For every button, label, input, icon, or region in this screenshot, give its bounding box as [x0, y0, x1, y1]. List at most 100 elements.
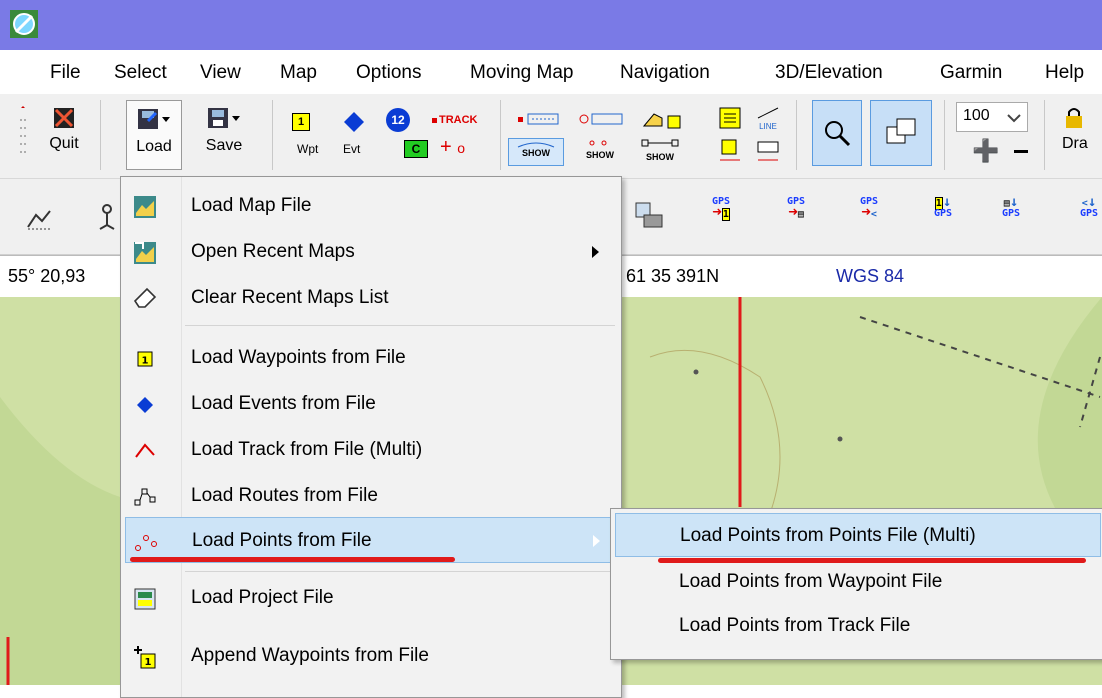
load-button[interactable]: Load — [126, 100, 182, 170]
measure-button[interactable] — [756, 138, 780, 164]
append-waypoints-icon: 1 — [134, 646, 156, 669]
menu-item-label: Load Points from File — [192, 530, 372, 551]
print-tool-icon[interactable] — [634, 201, 664, 231]
gps-waypoint-upload-icon[interactable]: GPS ➜1 — [712, 197, 730, 221]
submenu-item-waypoint-file[interactable]: Load Points from Waypoint File — [611, 563, 1101, 607]
menu-item-load-track[interactable]: Load Track from File (Multi) — [121, 427, 621, 473]
route-icon — [134, 488, 156, 506]
menu-file[interactable]: File — [50, 62, 81, 84]
gps-waypoint-download-icon[interactable]: 1↓ GPS — [934, 195, 952, 219]
submenu-arrow-icon — [593, 535, 600, 547]
zoom-level-select[interactable]: 100 — [956, 102, 1028, 132]
menu-item-load-project[interactable]: Load Project File — [121, 575, 621, 621]
zoom-out-icon[interactable] — [1014, 150, 1028, 153]
waypoint-list-icon — [719, 107, 741, 129]
route-builder-button[interactable] — [640, 108, 686, 134]
track-toolbar-button[interactable]: TRACK — [432, 114, 478, 130]
menu-item-load-map-file[interactable]: Load Map File — [121, 183, 621, 229]
menu-separator — [185, 325, 615, 326]
menu-item-append-waypoints[interactable]: 1 Append Waypoints from File — [121, 633, 621, 679]
gps-track-upload-icon[interactable]: GPS ➜< — [860, 197, 878, 220]
show-label-1: SHOW — [522, 148, 550, 158]
points-dots-icon — [589, 140, 607, 146]
add-point-icon[interactable]: + o — [440, 136, 465, 159]
magnifier-icon — [825, 121, 851, 147]
toolbar-grip-icon[interactable] — [18, 106, 28, 161]
draw-button[interactable]: Dra — [1062, 102, 1102, 168]
line-icon — [757, 107, 779, 119]
menu-item-clear-recent-maps[interactable]: Clear Recent Maps List — [121, 275, 621, 321]
svg-text:1: 1 — [142, 356, 149, 367]
load-floppy-icon — [138, 109, 170, 129]
submenu-item-label: Load Points from Points File (Multi) — [680, 525, 976, 546]
menu-help[interactable]: Help — [1045, 62, 1084, 84]
waypoint-list-button[interactable] — [718, 106, 742, 130]
menu-item-label: Append Waypoints from File — [191, 645, 429, 666]
gps-route-upload-icon[interactable]: GPS ➜▤ — [787, 197, 805, 220]
submenu-item-label: Load Points from Waypoint File — [679, 571, 943, 592]
show-toggle-button[interactable]: SHOW — [508, 138, 564, 166]
save-button[interactable]: Save — [196, 102, 252, 168]
load-dropdown-menu: Load Map File Open Recent Maps Clear Rec… — [120, 176, 622, 698]
numbered-circle-icon[interactable]: 12 — [386, 108, 410, 132]
zoom-tool-button[interactable] — [812, 100, 862, 166]
menu-garmin[interactable]: Garmin — [940, 62, 1002, 84]
recent-maps-icon — [134, 242, 156, 264]
menu-bar: File Select View Map Options Moving Map … — [0, 50, 1102, 94]
line-label: LINE — [759, 122, 777, 131]
menu-item-open-recent-maps[interactable]: Open Recent Maps — [121, 229, 621, 275]
menu-options[interactable]: Options — [356, 62, 421, 84]
menu-item-load-waypoints[interactable]: 1 Load Waypoints from File — [121, 335, 621, 381]
lock-icon — [1066, 108, 1082, 128]
route-line-icon — [641, 139, 679, 147]
quit-button[interactable]: Quit — [44, 102, 84, 168]
waypoint-measure-button[interactable] — [718, 138, 742, 164]
menu-3d-elevation[interactable]: 3D/Elevation — [775, 62, 883, 84]
zoom-in-icon[interactable]: ➕ — [972, 138, 999, 164]
line-button[interactable]: LINE — [756, 106, 780, 134]
waypoint-measure-icon — [720, 139, 740, 161]
window-tool-button[interactable] — [870, 100, 932, 166]
annotation-underline-load-points — [130, 557, 455, 562]
submenu-item-points-file-multi[interactable]: Load Points from Points File (Multi) — [615, 513, 1101, 557]
person-tool-icon[interactable] — [96, 203, 118, 231]
menu-item-label: Load Events from File — [191, 393, 376, 414]
menu-map[interactable]: Map — [280, 62, 317, 84]
main-toolbar: Quit Load Save 1 12 TRACK Wpt Evt C + o … — [0, 94, 1102, 179]
show-points-toggle[interactable]: SHOW — [580, 138, 620, 160]
menu-view[interactable]: View — [200, 62, 241, 84]
windows-icon — [886, 118, 916, 144]
waypoint-toolbar-button[interactable]: 1 — [287, 112, 315, 138]
datum-label: WGS 84 — [836, 266, 905, 286]
menu-item-label: Load Track from File (Multi) — [191, 439, 423, 460]
submenu-item-track-file[interactable]: Load Points from Track File — [611, 607, 1101, 651]
show-label-3: SHOW — [646, 152, 674, 162]
menu-item-load-routes[interactable]: Load Routes from File — [121, 473, 621, 519]
menu-separator — [185, 571, 615, 572]
event-diamond-icon — [344, 112, 364, 132]
load-label: Load — [136, 138, 172, 155]
chevron-down-icon — [1007, 114, 1021, 123]
quit-label: Quit — [49, 135, 79, 152]
gps-track-download-icon[interactable]: <↓ GPS — [1080, 195, 1098, 219]
menu-item-load-events[interactable]: Load Events from File — [121, 381, 621, 427]
annotation-underline-submenu — [658, 558, 1086, 563]
route-hand-icon — [642, 113, 681, 129]
event-toolbar-button[interactable] — [344, 112, 364, 134]
submenu-item-label: Load Points from Track File — [679, 615, 911, 636]
menu-navigation[interactable]: Navigation — [620, 62, 710, 84]
menu-moving-map[interactable]: Moving Map — [470, 62, 574, 84]
route-show-toggle[interactable]: SHOW — [640, 138, 680, 162]
app-globe-icon — [10, 10, 38, 38]
terrain-tool-icon[interactable] — [26, 205, 54, 233]
load-points-submenu: Load Points from Points File (Multi) Loa… — [610, 508, 1102, 660]
show-points-button[interactable] — [578, 112, 626, 128]
coordinate-readout: 61 35 391N — [626, 266, 720, 286]
submenu-arrow-icon — [592, 246, 599, 258]
show-markers-button[interactable] — [516, 112, 560, 128]
waypoint-box-icon: 1 — [292, 113, 310, 131]
evt-box-icon[interactable]: C — [404, 140, 428, 158]
gps-route-download-icon[interactable]: ▤↓ GPS — [1002, 195, 1020, 219]
svg-text:1: 1 — [145, 657, 152, 668]
menu-select[interactable]: Select — [114, 62, 167, 84]
